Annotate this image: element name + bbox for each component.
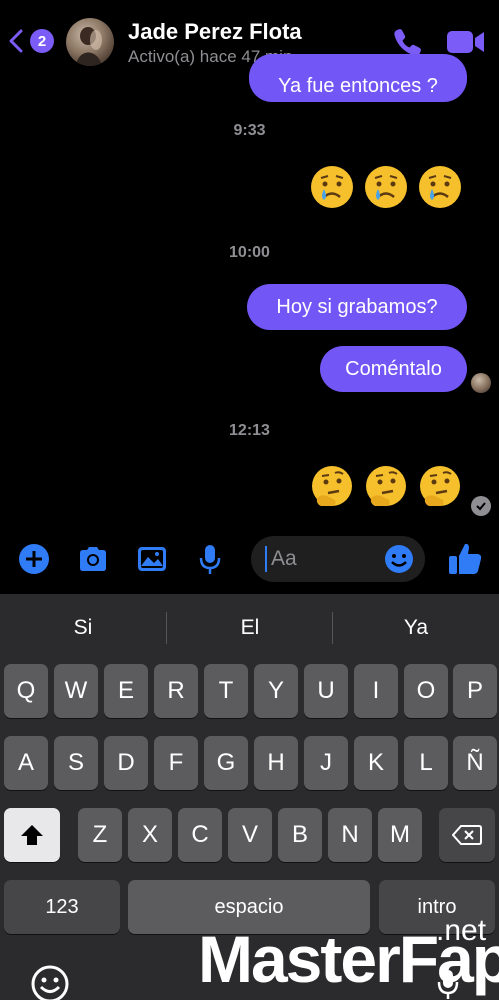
timestamp: 10:00 bbox=[229, 244, 270, 261]
gallery-icon[interactable] bbox=[135, 542, 169, 576]
watermark: MasterFap .net bbox=[198, 916, 499, 993]
key[interactable]: H bbox=[254, 736, 298, 790]
unread-badge: 2 bbox=[30, 29, 54, 53]
message-composer: Aa bbox=[0, 528, 499, 590]
backspace-icon bbox=[452, 825, 482, 845]
key[interactable]: C bbox=[178, 808, 222, 862]
message-input[interactable]: Aa bbox=[251, 536, 425, 582]
emoji-icon[interactable] bbox=[383, 543, 415, 575]
backspace-key[interactable] bbox=[439, 808, 495, 862]
sent-emoji-message[interactable] bbox=[309, 164, 463, 210]
back-button[interactable]: 2 bbox=[8, 26, 56, 56]
shift-arrow-icon bbox=[21, 825, 43, 845]
divider bbox=[166, 612, 167, 644]
text-cursor bbox=[265, 546, 267, 572]
message-list[interactable]: Ya fue entonces ? 9:33 10:00 Hoy si grab… bbox=[0, 54, 499, 520]
suggestion[interactable]: El bbox=[170, 616, 330, 640]
crying-face-icon bbox=[419, 166, 461, 208]
key[interactable]: Ñ bbox=[453, 736, 497, 790]
sent-emoji-message[interactable] bbox=[309, 464, 463, 510]
sent-message[interactable]: Hoy si grabamos? bbox=[247, 284, 467, 330]
timestamp: 9:33 bbox=[233, 122, 266, 139]
avatar-photo bbox=[76, 27, 102, 66]
sent-message[interactable]: Ya fue entonces ? bbox=[249, 54, 467, 102]
thinking-face-icon bbox=[312, 466, 352, 506]
key[interactable]: W bbox=[54, 664, 98, 718]
divider bbox=[332, 612, 333, 644]
sent-check-icon bbox=[471, 496, 491, 516]
suggestion[interactable]: Ya bbox=[336, 616, 496, 640]
key[interactable]: V bbox=[228, 808, 272, 862]
shift-key[interactable] bbox=[4, 808, 60, 862]
key[interactable]: I bbox=[354, 664, 398, 718]
video-camera-icon[interactable] bbox=[446, 28, 486, 56]
thinking-face-icon bbox=[366, 466, 406, 506]
key[interactable]: S bbox=[54, 736, 98, 790]
key[interactable]: U bbox=[304, 664, 348, 718]
contact-name[interactable]: Jade Perez Flota bbox=[128, 19, 302, 45]
timestamp: 12:13 bbox=[229, 422, 270, 439]
key[interactable]: Z bbox=[78, 808, 122, 862]
key[interactable]: F bbox=[154, 736, 198, 790]
key[interactable]: B bbox=[278, 808, 322, 862]
key[interactable]: E bbox=[104, 664, 148, 718]
suggestion[interactable]: Si bbox=[3, 616, 163, 640]
microphone-icon[interactable] bbox=[193, 542, 227, 576]
key[interactable]: G bbox=[204, 736, 248, 790]
key[interactable]: A bbox=[4, 736, 48, 790]
plus-icon[interactable] bbox=[17, 542, 51, 576]
key[interactable]: Q bbox=[4, 664, 48, 718]
sent-message[interactable]: Coméntalo bbox=[320, 346, 467, 392]
key[interactable]: T bbox=[204, 664, 248, 718]
crying-face-icon bbox=[311, 166, 353, 208]
key[interactable]: M bbox=[378, 808, 422, 862]
emoji-keyboard-icon[interactable] bbox=[30, 964, 70, 1000]
key[interactable]: K bbox=[354, 736, 398, 790]
numbers-key[interactable]: 123 bbox=[4, 880, 120, 934]
key[interactable]: O bbox=[404, 664, 448, 718]
watermark-suffix: .net bbox=[436, 914, 487, 947]
key[interactable]: X bbox=[128, 808, 172, 862]
chevron-left-icon bbox=[9, 29, 23, 53]
key[interactable]: N bbox=[328, 808, 372, 862]
thinking-face-icon bbox=[420, 466, 460, 506]
key[interactable]: L bbox=[404, 736, 448, 790]
seen-avatar bbox=[471, 373, 491, 393]
key[interactable]: Y bbox=[254, 664, 298, 718]
message-placeholder: Aa bbox=[271, 547, 297, 570]
crying-face-icon bbox=[365, 166, 407, 208]
key[interactable]: J bbox=[304, 736, 348, 790]
key[interactable]: P bbox=[453, 664, 497, 718]
camera-icon[interactable] bbox=[76, 542, 110, 576]
key[interactable]: D bbox=[104, 736, 148, 790]
predictive-bar: Si El Ya bbox=[0, 594, 499, 662]
contact-avatar[interactable] bbox=[66, 18, 114, 66]
like-icon[interactable] bbox=[446, 540, 484, 578]
key[interactable]: R bbox=[154, 664, 198, 718]
